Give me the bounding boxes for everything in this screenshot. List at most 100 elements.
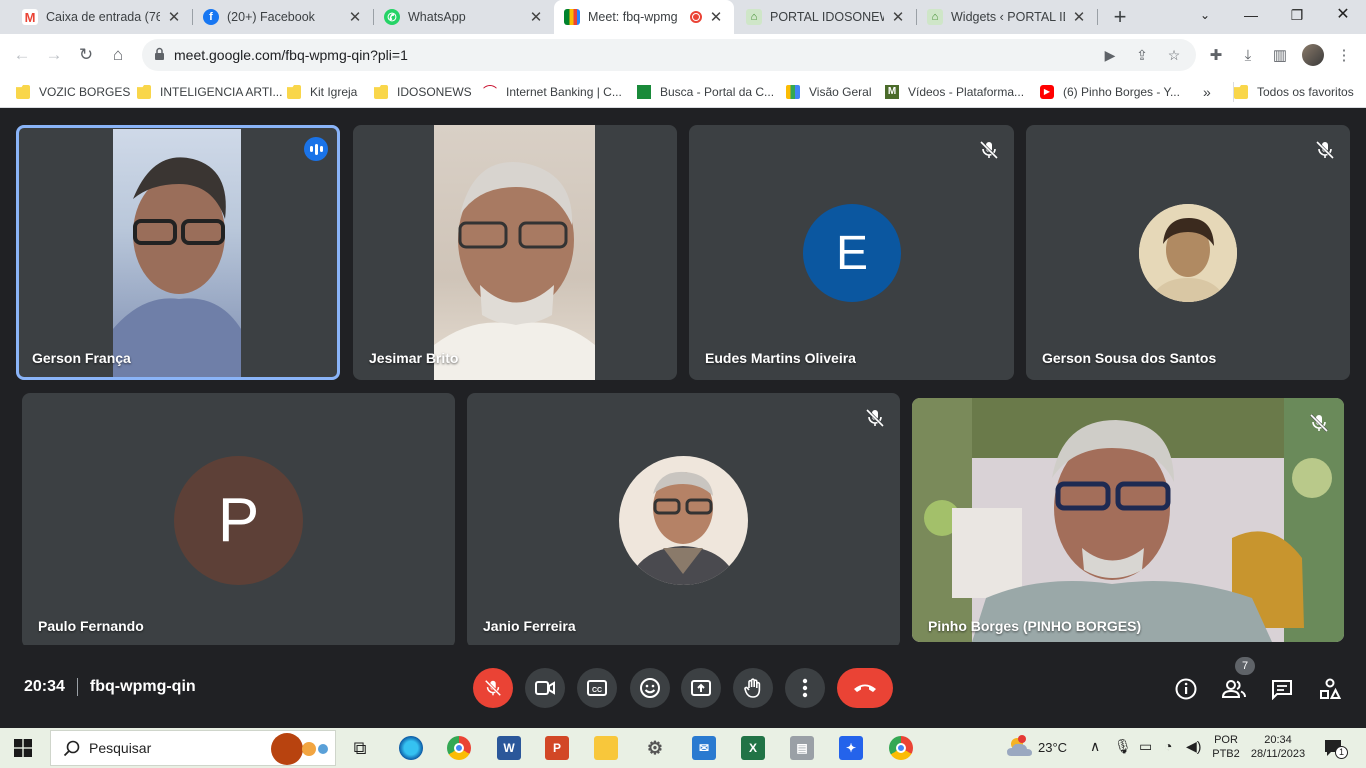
close-icon[interactable]: ✕ xyxy=(890,8,906,26)
side-panel-icon[interactable]: ▥ xyxy=(1270,46,1290,66)
mic-off-icon xyxy=(1309,413,1329,433)
minimize-button[interactable]: — xyxy=(1228,0,1274,30)
extensions-icon[interactable]: ✚ xyxy=(1206,46,1226,66)
close-window-button[interactable]: ✕ xyxy=(1320,0,1366,30)
camera-toggle-button[interactable] xyxy=(525,668,565,708)
close-icon[interactable]: ✕ xyxy=(708,8,724,26)
volume-icon[interactable]: ◀) xyxy=(1186,738,1201,755)
bookmark-item[interactable]: VOZIC BORGES xyxy=(16,82,130,102)
lock-icon[interactable] xyxy=(154,47,165,61)
search-placeholder: Pesquisar xyxy=(89,740,152,756)
excel-icon[interactable]: X xyxy=(741,736,765,760)
participant-tile[interactable]: Janio Ferreira xyxy=(467,393,900,648)
windows-start-icon[interactable] xyxy=(14,739,32,757)
svg-text:CC: CC xyxy=(592,687,602,694)
tab-whatsapp[interactable]: ✆ WhatsApp ✕ xyxy=(374,0,554,34)
bookmark-item[interactable]: M Vídeos - Plataforma... xyxy=(885,82,1024,102)
bookmark-star-icon[interactable]: ☆ xyxy=(1164,45,1184,65)
participant-tile[interactable]: Jesimar Brito xyxy=(353,125,677,380)
chrome-icon[interactable] xyxy=(447,736,471,760)
bookmark-item[interactable]: IDOSONEWS xyxy=(374,82,472,102)
app-icon[interactable]: ✦ xyxy=(839,736,863,760)
close-icon[interactable]: ✕ xyxy=(166,8,182,26)
captions-button[interactable]: CC xyxy=(577,668,617,708)
activities-button[interactable] xyxy=(1317,676,1343,702)
wifi-icon[interactable]: ◔ xyxy=(1164,738,1172,754)
tab-widgets[interactable]: ⌂ Widgets ‹ PORTAL IDO ✕ xyxy=(917,0,1097,34)
profile-avatar[interactable] xyxy=(1302,44,1324,66)
close-icon[interactable]: ✕ xyxy=(347,8,363,26)
search-icon xyxy=(63,740,80,757)
microphone-tray-icon[interactable]: 🎙 xyxy=(1114,738,1132,755)
leave-call-button[interactable] xyxy=(837,668,893,708)
mail-icon[interactable]: ✉ xyxy=(692,736,716,760)
camera-icon[interactable]: ▶ xyxy=(1100,45,1120,65)
participant-tile[interactable]: Gerson Sousa dos Santos xyxy=(1026,125,1350,380)
speaking-indicator-icon xyxy=(304,137,328,161)
participant-tile[interactable]: P Paulo Fernando xyxy=(22,393,455,648)
close-icon[interactable]: ✕ xyxy=(528,8,544,26)
close-icon[interactable]: ✕ xyxy=(1071,8,1087,26)
participant-tile[interactable]: E Eudes Martins Oliveira xyxy=(689,125,1014,380)
network-card-icon[interactable]: ▭ xyxy=(1139,738,1152,755)
tab-portal-idosonews[interactable]: ⌂ PORTAL IDOSONEWS ✕ xyxy=(736,0,916,34)
tab-search-chevron-icon[interactable]: ⌄ xyxy=(1182,0,1228,30)
bookmark-item[interactable]: Todos os favoritos xyxy=(1233,82,1354,102)
file-explorer-icon[interactable] xyxy=(594,736,618,760)
tab-title: Caixa de entrada (76) xyxy=(46,10,160,24)
participant-tile[interactable]: Gerson França xyxy=(16,125,340,380)
bookmark-item[interactable]: ⌒ Internet Banking | C... xyxy=(483,82,622,102)
bookmark-label: Busca - Portal da C... xyxy=(660,85,775,99)
chat-button[interactable] xyxy=(1269,676,1295,702)
bookmark-item[interactable]: INTELIGENCIA ARTI... xyxy=(137,82,282,102)
download-icon[interactable]: ⤓ xyxy=(1238,46,1258,66)
taskbar-clock[interactable]: 20:34 28/11/2023 xyxy=(1245,733,1311,761)
more-options-button[interactable] xyxy=(785,668,825,708)
menu-icon[interactable]: ⋮ xyxy=(1334,46,1354,66)
bookmark-item[interactable]: Visão Geral xyxy=(786,82,871,102)
avatar: E xyxy=(803,204,901,302)
omnibox[interactable]: meet.google.com/fbq-wpmg-qin?pli=1 ▶ ⇪ ☆ xyxy=(142,39,1196,71)
task-view-icon[interactable]: ⧉ xyxy=(348,736,372,760)
reactions-button[interactable] xyxy=(630,668,670,708)
reload-button[interactable]: ↻ xyxy=(74,43,98,67)
profile-photo xyxy=(619,456,748,585)
back-button[interactable]: ← xyxy=(10,43,34,67)
present-screen-button[interactable] xyxy=(681,668,721,708)
taskbar-search-box[interactable]: Pesquisar xyxy=(50,730,336,766)
tab-facebook[interactable]: f (20+) Facebook ✕ xyxy=(193,0,373,34)
weather-temp[interactable]: 23°C xyxy=(1038,740,1067,755)
printer-icon[interactable]: ▤ xyxy=(790,736,814,760)
home-button[interactable]: ⌂ xyxy=(106,43,130,67)
tray-overflow-icon[interactable]: ∧ xyxy=(1090,738,1100,755)
tab-gmail[interactable]: M Caixa de entrada (76) ✕ xyxy=(12,0,192,34)
site-icon: ⌂ xyxy=(746,9,762,25)
word-icon[interactable]: W xyxy=(497,736,521,760)
participant-tile[interactable]: Pinho Borges (PINHO BORGES) xyxy=(912,398,1344,642)
notifications-button[interactable]: 1 xyxy=(1323,738,1348,759)
hang-up-icon xyxy=(854,684,876,692)
url-text[interactable]: meet.google.com/fbq-wpmg-qin?pli=1 xyxy=(174,47,408,63)
new-tab-button[interactable]: + xyxy=(1108,5,1132,29)
chrome-profile-icon[interactable] xyxy=(889,736,913,760)
bookmark-item[interactable]: Kit Igreja xyxy=(287,82,357,102)
portal-icon xyxy=(637,85,651,99)
app-icon[interactable]: ⚙ xyxy=(643,736,667,760)
bookmark-item[interactable]: Busca - Portal da C... xyxy=(637,82,774,102)
tab-meet[interactable]: Meet: fbq-wpmg ✕ xyxy=(554,0,734,34)
share-icon[interactable]: ⇪ xyxy=(1132,45,1152,65)
recording-icon xyxy=(690,11,702,23)
people-button[interactable] xyxy=(1221,676,1247,702)
weather-icon[interactable] xyxy=(1005,734,1035,760)
meeting-code: fbq-wpmg-qin xyxy=(89,678,196,696)
powerpoint-icon[interactable]: P xyxy=(545,736,569,760)
edge-icon[interactable] xyxy=(399,736,423,760)
raise-hand-button[interactable] xyxy=(733,668,773,708)
microphone-toggle-button[interactable] xyxy=(473,668,513,708)
meeting-details-button[interactable] xyxy=(1173,676,1199,702)
forward-button[interactable]: → xyxy=(42,43,66,67)
maximize-button[interactable]: ❐ xyxy=(1274,0,1320,30)
bookmark-item[interactable]: ▶ (6) Pinho Borges - Y... xyxy=(1040,82,1180,102)
language-indicator[interactable]: POR PTB2 xyxy=(1210,733,1242,761)
more-bookmarks-button[interactable]: » xyxy=(1203,82,1211,102)
